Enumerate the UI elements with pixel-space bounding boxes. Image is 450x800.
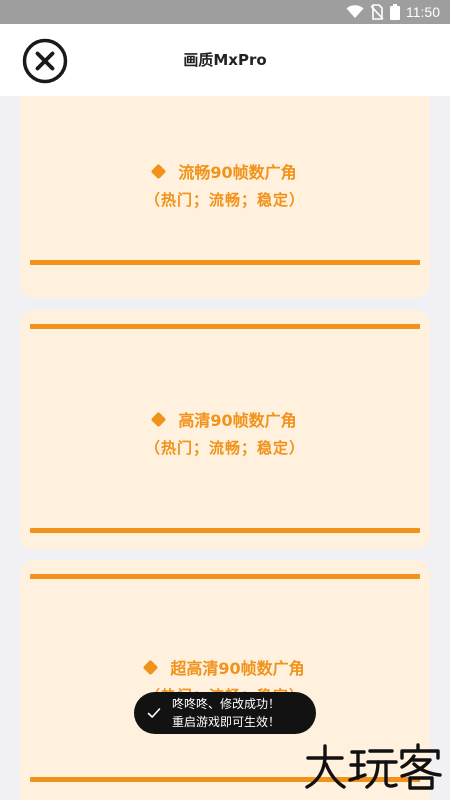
preset-card-hd[interactable]: 高清90帧数广角 （热门；流畅；稳定）: [20, 310, 430, 550]
card-top-bar: [30, 574, 420, 579]
diamond-bullet-icon: [151, 411, 167, 428]
card-top-bar: [30, 324, 420, 329]
wifi-icon: [346, 5, 364, 18]
toast-message: 咚咚咚、修改成功！ 重启游戏即可生效！: [172, 697, 281, 729]
diamond-bullet-icon: [143, 659, 159, 676]
watermark-logo: [305, 743, 442, 790]
preset-card-title-row: 超高清90帧数广角: [20, 658, 430, 680]
card-bottom-bar: [30, 528, 420, 533]
page-title: 画质MxPro: [183, 51, 267, 69]
check-icon: [147, 708, 161, 718]
card-bottom-bar: [30, 260, 420, 265]
preset-card-tags: （热门；流畅；稳定）: [144, 191, 305, 209]
preset-card-name: 超高清90帧数广角: [170, 659, 305, 678]
preset-card-smooth[interactable]: 流畅90帧数广角 （热门；流畅；稳定）: [20, 96, 430, 298]
success-toast: 咚咚咚、修改成功！ 重启游戏即可生效！: [134, 692, 316, 734]
preset-card-tags: （热门；流畅；稳定）: [144, 439, 305, 457]
diamond-bullet-icon: [151, 163, 167, 180]
preset-card-name: 高清90帧数广角: [178, 411, 297, 430]
no-sim-icon: [370, 4, 384, 20]
app-header: 画质MxPro: [0, 24, 450, 96]
status-icons: 11:50: [346, 3, 440, 21]
status-bar: 11:50: [0, 0, 450, 24]
preset-card-title-row: 高清90帧数广角: [20, 410, 430, 432]
status-time: 11:50: [406, 4, 440, 20]
preset-card-title-row: 流畅90帧数广角: [20, 162, 430, 184]
battery-icon: [390, 4, 400, 20]
preset-card-name: 流畅90帧数广角: [178, 163, 297, 182]
